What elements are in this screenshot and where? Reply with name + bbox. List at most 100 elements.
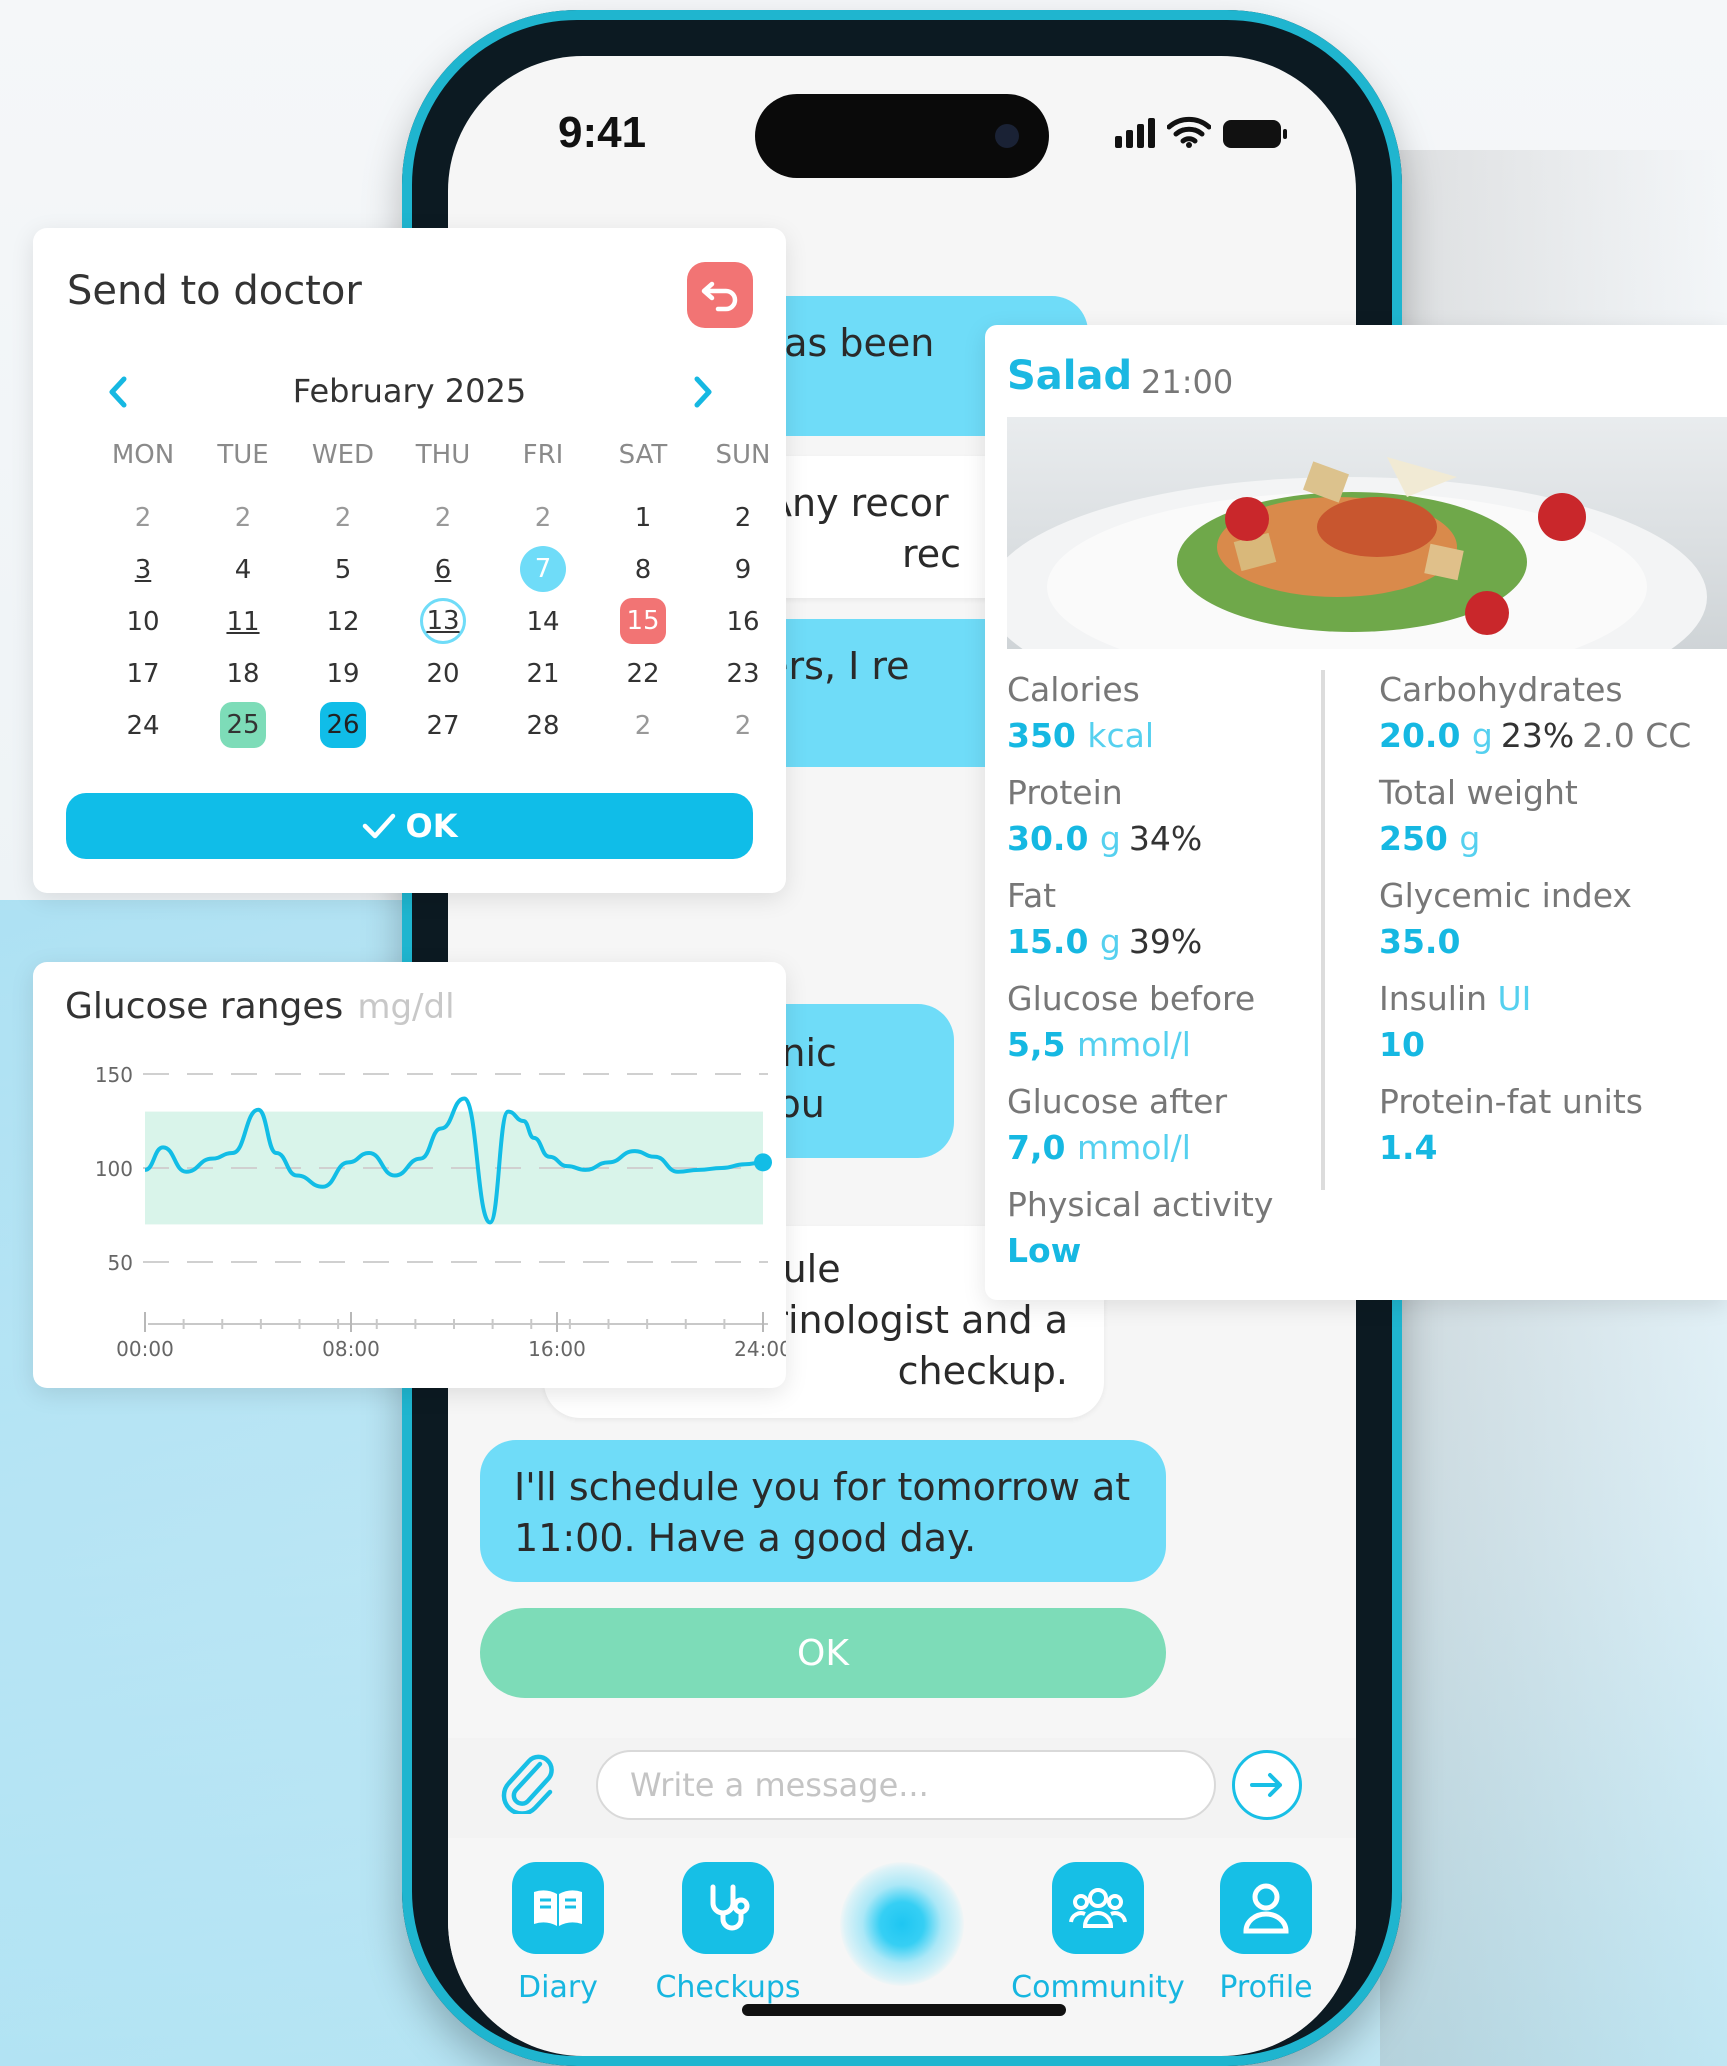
calendar-day[interactable]: 11: [193, 600, 293, 644]
calendar-day[interactable]: 24: [93, 704, 193, 748]
calendar-day-number: 3: [134, 555, 152, 585]
calendar-day[interactable]: 28: [493, 704, 593, 748]
calendar-day[interactable]: 2: [593, 704, 693, 748]
tab-label: Community: [1011, 1970, 1185, 2005]
nutrient-label: Physical activity: [1007, 1185, 1274, 1224]
nutrient-value: 10: [1379, 1025, 1425, 1064]
calendar-day[interactable]: 6: [393, 548, 493, 592]
glucose-before-unit: mmol/l: [1076, 1025, 1191, 1064]
group-icon: [1052, 1862, 1144, 1954]
tab-checkups[interactable]: Checkups: [638, 1862, 818, 2005]
calendar-ok-button[interactable]: OK: [66, 793, 753, 859]
calendar-day[interactable]: 18: [193, 652, 293, 696]
calendar-day[interactable]: 17: [93, 652, 193, 696]
calendar-day-range-end[interactable]: 26: [293, 702, 393, 748]
tab-label: Checkups: [655, 1970, 801, 2005]
chat-ok-button[interactable]: OK: [480, 1608, 1166, 1698]
calendar-day-selected[interactable]: 13: [393, 598, 493, 644]
carbs-value: 20.0: [1379, 716, 1461, 755]
calendar-day[interactable]: 2: [93, 496, 193, 540]
calendar-day[interactable]: 5: [293, 548, 393, 592]
weight-value: 250: [1379, 819, 1448, 858]
calendar-day[interactable]: 8: [593, 548, 693, 592]
status-time: 9:41: [558, 108, 647, 157]
x-tick-label: 16:00: [528, 1337, 586, 1361]
calendar-day[interactable]: 19: [293, 652, 393, 696]
calendar-day[interactable]: 14: [493, 600, 593, 644]
calendar-day[interactable]: 23: [693, 652, 793, 696]
calendar-day[interactable]: 21: [493, 652, 593, 696]
meal-time: 21:00: [1141, 363, 1234, 401]
current-glucose-point: [754, 1153, 772, 1172]
weekday-label: SUN: [715, 440, 771, 470]
calendar-day[interactable]: 16: [693, 600, 793, 644]
tab-label: Diary: [518, 1970, 598, 2005]
calendar-day[interactable]: 10: [93, 600, 193, 644]
calendar-day[interactable]: 20: [393, 652, 493, 696]
send-button[interactable]: [1232, 1750, 1302, 1820]
weekday-label: MON: [111, 440, 175, 470]
chat-bubble-text: Any recor: [766, 481, 949, 525]
weekday-label: TUE: [217, 440, 269, 470]
calendar-day[interactable]: 2: [693, 704, 793, 748]
calendar-day[interactable]: 9: [693, 548, 793, 592]
chevron-right-icon[interactable]: [688, 374, 718, 410]
protein-unit: g: [1099, 819, 1121, 858]
card-title: Send to doctor: [67, 268, 362, 314]
calendar-day[interactable]: 12: [293, 600, 393, 644]
fat-value: 15.0: [1007, 922, 1089, 961]
glucose-after-value: 7,0: [1007, 1128, 1066, 1167]
paperclip-icon[interactable]: [500, 1752, 558, 1814]
nutrient-value: 250 g: [1379, 819, 1480, 858]
calendar-day-number: 13: [420, 598, 466, 644]
calendar-day[interactable]: 27: [393, 704, 493, 748]
meal-card: Salad 21:00 Calories 350 kcal Protein 30…: [985, 325, 1727, 1300]
y-tick-label: 100: [95, 1157, 133, 1181]
calendar-day-number: 26: [320, 702, 366, 748]
camera-icon: [995, 124, 1019, 148]
calendar-day[interactable]: 2: [693, 496, 793, 540]
signal-icon: [1115, 118, 1155, 148]
nutrient-value: 1.4: [1379, 1128, 1438, 1167]
nutrient-label: Protein-fat units: [1379, 1082, 1643, 1121]
assistant-orb-button[interactable]: [840, 1862, 964, 1986]
calendar-day-range-start[interactable]: 25: [193, 702, 293, 748]
calendar-day[interactable]: 2: [293, 496, 393, 540]
weekday-label: WED: [311, 440, 375, 470]
calendar-day[interactable]: 22: [593, 652, 693, 696]
calendar-day[interactable]: 2: [193, 496, 293, 540]
nutrient-value: 35.0: [1379, 922, 1461, 961]
calendar-day[interactable]: 3: [93, 548, 193, 592]
protein-value: 30.0: [1007, 819, 1089, 858]
calendar-day[interactable]: 1: [593, 496, 693, 540]
tab-label: Profile: [1219, 1970, 1313, 2005]
calendar-day[interactable]: 2: [493, 496, 593, 540]
book-icon: [512, 1862, 604, 1954]
nutrient-label: Carbohydrates: [1379, 670, 1623, 709]
glucose-ranges-card: Glucose ranges mg/dl 150 100 50 00:00 08:00 16…: [33, 962, 786, 1388]
calendar-day-number: 15: [620, 598, 666, 644]
nutrient-value: 5,5 mmol/l: [1007, 1025, 1191, 1064]
tab-profile[interactable]: Profile: [1176, 1862, 1356, 2005]
calendar-day[interactable]: 4: [193, 548, 293, 592]
x-tick-label: 24:00: [734, 1337, 786, 1361]
undo-icon: [701, 281, 738, 312]
weight-unit: g: [1459, 819, 1481, 858]
y-tick-label: 150: [95, 1063, 133, 1087]
carbs-unit: g: [1471, 716, 1493, 755]
fat-unit: g: [1099, 922, 1121, 961]
calendar-day-today[interactable]: 7: [493, 546, 593, 592]
calendar-day[interactable]: 2: [393, 496, 493, 540]
undo-button[interactable]: [687, 262, 753, 328]
calendar-day-number: 7: [520, 546, 566, 592]
wifi-icon: [1167, 116, 1211, 148]
nutrient-value: 7,0 mmol/l: [1007, 1128, 1191, 1167]
message-input[interactable]: [596, 1750, 1216, 1820]
tab-diary[interactable]: Diary: [468, 1862, 648, 2005]
insulin-unit: UI: [1497, 979, 1532, 1018]
chat-bubble-text: I'll schedule you for tomorrow at: [514, 1465, 1131, 1509]
column-divider: [1321, 670, 1325, 1190]
calendar-day-flagged[interactable]: 15: [593, 598, 693, 644]
chat-bubble-text: checkup.: [897, 1349, 1068, 1393]
tab-community[interactable]: Community: [1008, 1862, 1188, 2005]
